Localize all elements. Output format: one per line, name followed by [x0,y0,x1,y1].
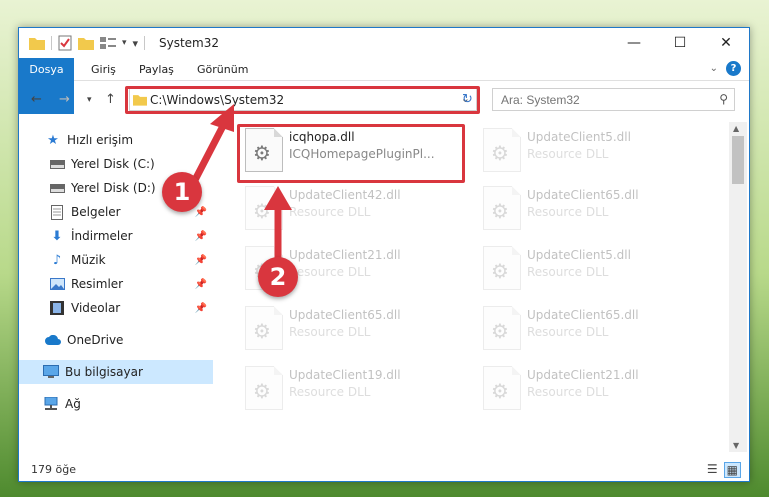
step-1-badge: 1 [162,172,202,212]
arrow-head [210,104,234,132]
step-2-badge: 2 [258,257,298,297]
annotation-arrows [191,104,292,266]
arrow-to-address [191,120,228,184]
arrow-head [264,186,292,210]
